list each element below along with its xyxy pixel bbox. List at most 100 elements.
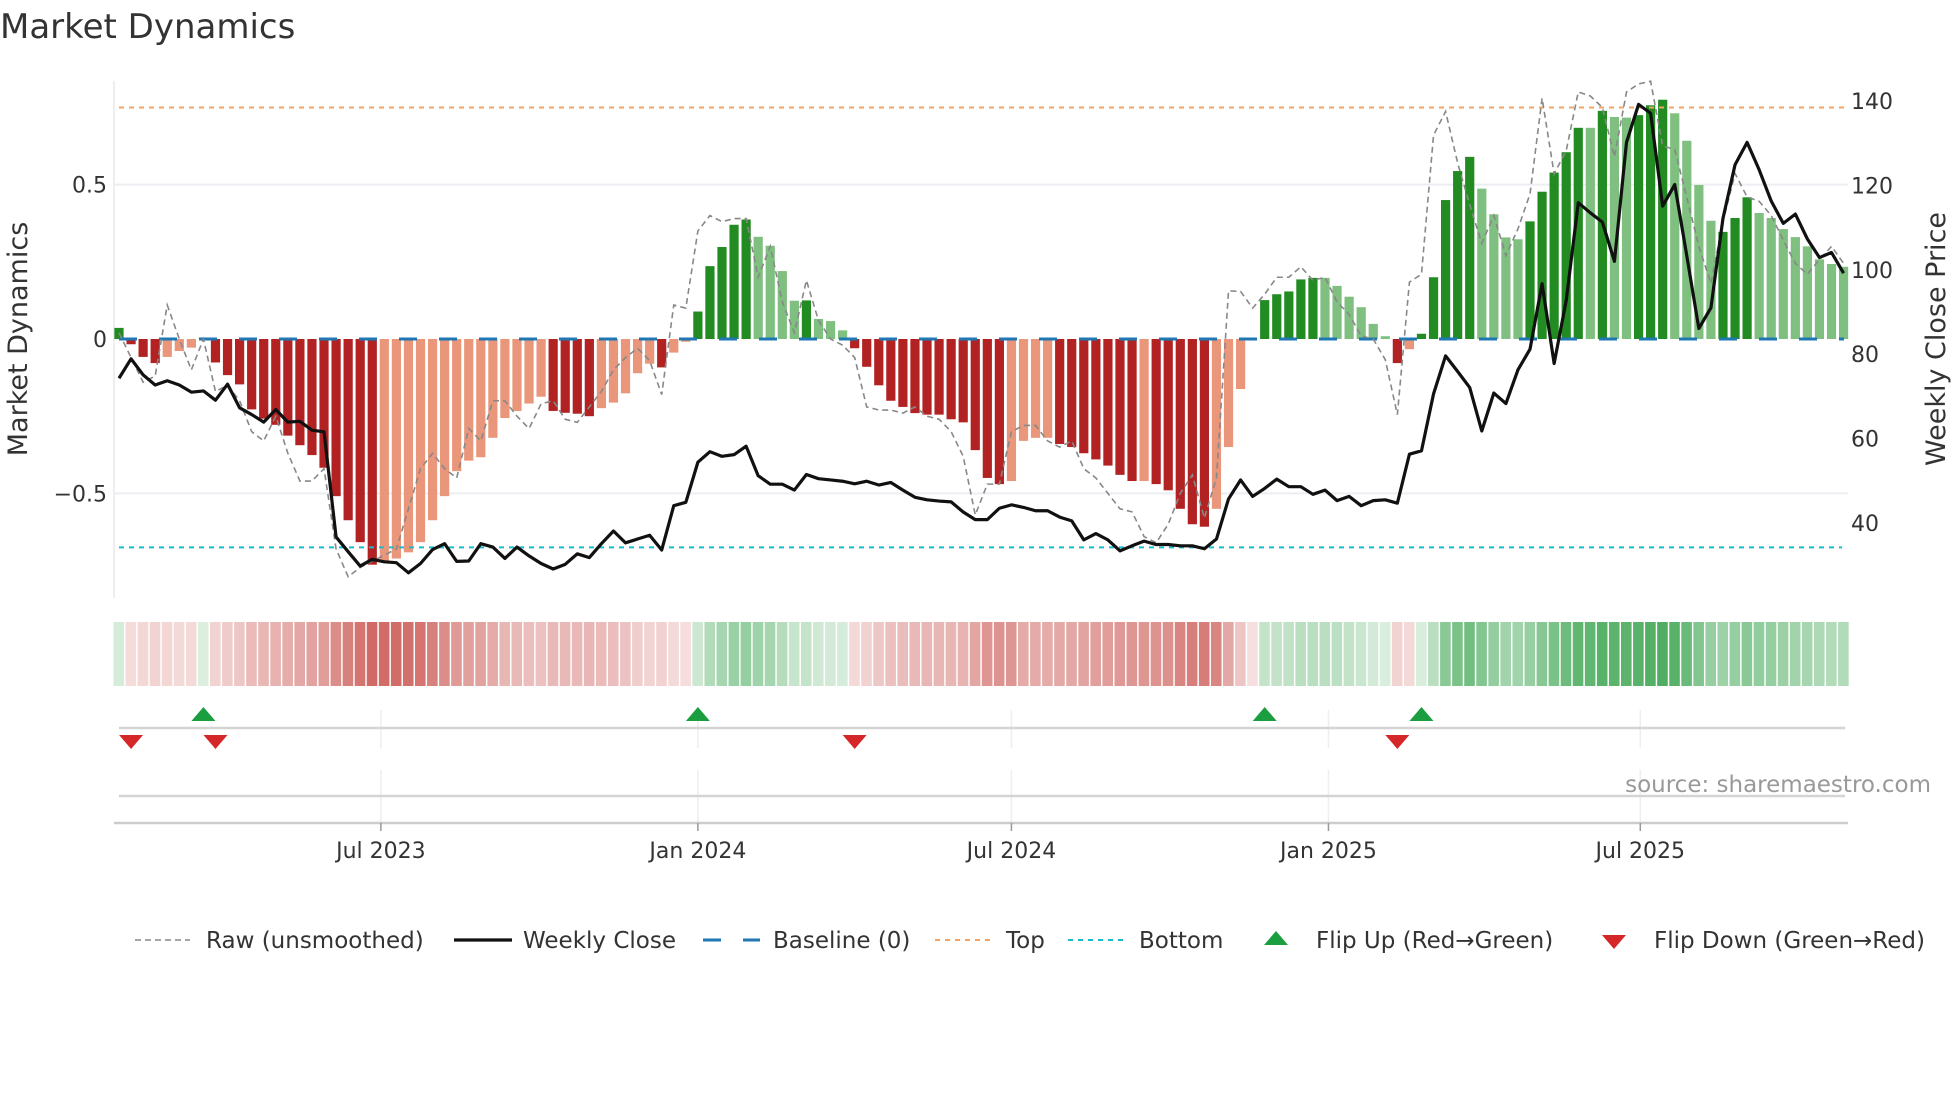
dynamics-bar [1404,339,1415,350]
dynamics-bar [1838,266,1849,339]
dynamics-bar [958,339,968,423]
heat-cell [535,622,547,686]
heat-cell [1621,622,1632,686]
y2-tick-label: 100 [1851,259,1893,284]
dynamics-bar [476,339,486,458]
dynamics-bar [1223,339,1234,448]
heat-cell [1560,622,1572,686]
heat-cell [1669,622,1680,686]
dynamics-bar [934,339,944,415]
dynamics-bar [1139,339,1149,482]
heat-cell [1054,622,1065,686]
legend-label-raw: Raw (unsmoothed) [206,928,424,954]
heat-cell [1657,622,1668,686]
y2-axis-label: Weekly Close Price [1921,212,1952,466]
heat-cell [354,622,366,686]
heat-cell [595,622,607,686]
heat-cell [185,622,197,686]
heat-cell [981,622,993,686]
series-lines [117,80,1845,578]
dynamics-bar [753,236,763,339]
heat-cell [583,622,595,686]
heat-cell [704,622,716,686]
heat-cell [1307,622,1319,686]
dynamics-bar [210,339,221,363]
heat-cell [330,622,342,686]
dynamics-bar [1151,339,1161,485]
heat-cell [1042,622,1053,686]
dynamics-bar [440,339,450,497]
heat-cell [378,622,390,686]
dynamics-bar [898,339,908,407]
dynamics-bar [1260,300,1270,339]
heat-cell [885,622,896,686]
y-axis-ticks: 0.5 0 −0.5 [54,174,107,508]
heat-cell [921,622,933,686]
y-axis-label: Market Dynamics [3,222,34,457]
heat-cell [1777,622,1789,686]
dynamics-bar [162,339,172,357]
heat-cell [1801,622,1813,686]
dynamics-bar [1320,277,1330,339]
dynamics-bar [1344,296,1354,339]
heat-cell [1379,622,1391,686]
dynamics-bar [1802,246,1812,339]
dynamics-bar [1501,237,1511,339]
heat-cell [1548,622,1560,686]
heat-cell [113,622,125,686]
dynamics-bar [1199,339,1209,527]
heat-cell [1681,622,1692,686]
heat-cell [197,622,209,686]
heat-cell [1271,622,1282,686]
heat-cell [1078,622,1089,686]
heat-cell [1608,622,1620,686]
y-tick-label: 0.5 [72,174,107,199]
dynamics-bar [488,339,498,438]
heat-cell [415,622,426,686]
dynamics-bar [1670,113,1680,340]
dynamics-bar [813,318,824,339]
heat-cell [451,622,462,686]
heat-cell [1355,622,1367,686]
dynamics-bar [1730,217,1740,339]
flip-down-marker [203,735,228,749]
heat-cell [1223,622,1234,686]
heat-cell [849,622,860,686]
dynamics-bar [1766,217,1776,339]
heat-cell [1789,622,1801,686]
dynamics-bar [1272,294,1282,339]
heat-cell [1210,622,1222,686]
heat-cell [1367,622,1379,686]
legend-flip-down-icon [1602,935,1626,949]
dynamics-bar [1537,191,1547,339]
dynamics-bar [391,339,401,559]
heat-cell [1102,622,1114,686]
heat-cell [439,622,450,686]
dynamics-bar [560,339,570,413]
dynamics-bar [464,339,474,461]
dynamics-bar [1067,339,1077,448]
dynamics-bar [1453,171,1463,339]
heat-cell [270,622,281,686]
heat-cell [1174,622,1186,686]
flip-up-marker [191,707,216,721]
heat-cell [1596,622,1608,686]
heat-cell [656,622,667,686]
flip-up-marker [685,707,710,721]
heat-cell [294,622,305,686]
heat-cell [1186,622,1198,686]
heat-cell [1259,622,1270,686]
dynamics-bar [1380,336,1390,339]
dynamics-bar [1489,214,1499,339]
dynamics-bar [1790,237,1800,339]
heat-cell [161,622,173,686]
heat-cell [607,622,619,686]
heat-cell [1162,622,1174,686]
dynamics-bar [138,339,148,357]
dynamics-bar [1356,307,1366,339]
x-tick-label: Jul 2024 [965,839,1057,864]
legend-label-flip-down: Flip Down (Green→Red) [1654,928,1925,954]
heat-cell [1717,622,1729,686]
flip-up-marker [1409,707,1434,721]
dynamics-bar [596,339,606,409]
